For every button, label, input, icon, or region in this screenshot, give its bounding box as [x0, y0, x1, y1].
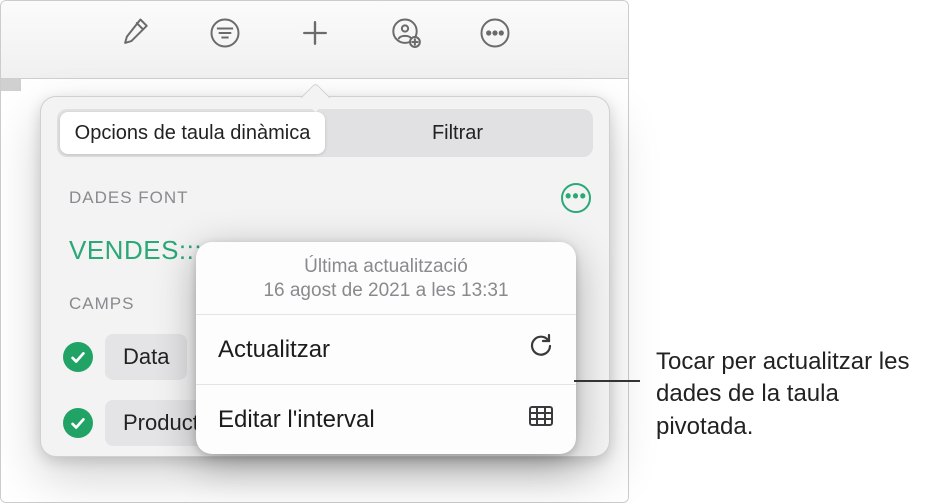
- checkmark-icon[interactable]: [63, 408, 93, 438]
- tab-label: Opcions de taula dinàmica: [75, 122, 311, 145]
- edit-range-row[interactable]: Editar l'interval: [196, 385, 576, 454]
- table-grid-icon: [528, 403, 554, 436]
- background-decoration: [1, 79, 21, 91]
- source-data-menu: Última actualització 16 agost de 2021 a …: [196, 242, 576, 454]
- callout-leader-line: [574, 380, 640, 382]
- field-chip[interactable]: Data: [105, 334, 187, 380]
- source-data-header: DADES FONT •••: [57, 179, 593, 223]
- collaborate-icon[interactable]: [383, 11, 427, 55]
- segmented-control: Opcions de taula dinàmica Filtrar: [57, 109, 593, 157]
- refresh-row[interactable]: Actualitzar: [196, 315, 576, 385]
- last-update-label: Última actualització: [212, 256, 560, 278]
- insert-plus-icon[interactable]: [293, 11, 337, 55]
- tab-label: Filtrar: [432, 122, 483, 145]
- format-brush-icon[interactable]: [113, 11, 157, 55]
- refresh-icon: [528, 333, 554, 366]
- more-ellipsis-icon[interactable]: [473, 11, 517, 55]
- source-data-more-button[interactable]: •••: [561, 183, 591, 213]
- last-update-header: Última actualització 16 agost de 2021 a …: [196, 242, 576, 315]
- top-toolbar: [1, 1, 628, 79]
- refresh-label: Actualitzar: [218, 336, 330, 364]
- section-title-fields: CAMPS: [69, 294, 134, 314]
- checkmark-icon[interactable]: [63, 342, 93, 372]
- edit-range-label: Editar l'interval: [218, 406, 375, 434]
- callout-text: Tocar per actualitzar les dades de la ta…: [656, 346, 936, 443]
- section-title-source-data: DADES FONT: [69, 188, 189, 208]
- last-update-time: 16 agost de 2021 a les 13:31: [212, 280, 560, 302]
- organize-icon[interactable]: [203, 11, 247, 55]
- tab-filter[interactable]: Filtrar: [325, 112, 590, 154]
- field-label: Data: [123, 344, 169, 369]
- tab-pivot-options[interactable]: Opcions de taula dinàmica: [60, 112, 325, 154]
